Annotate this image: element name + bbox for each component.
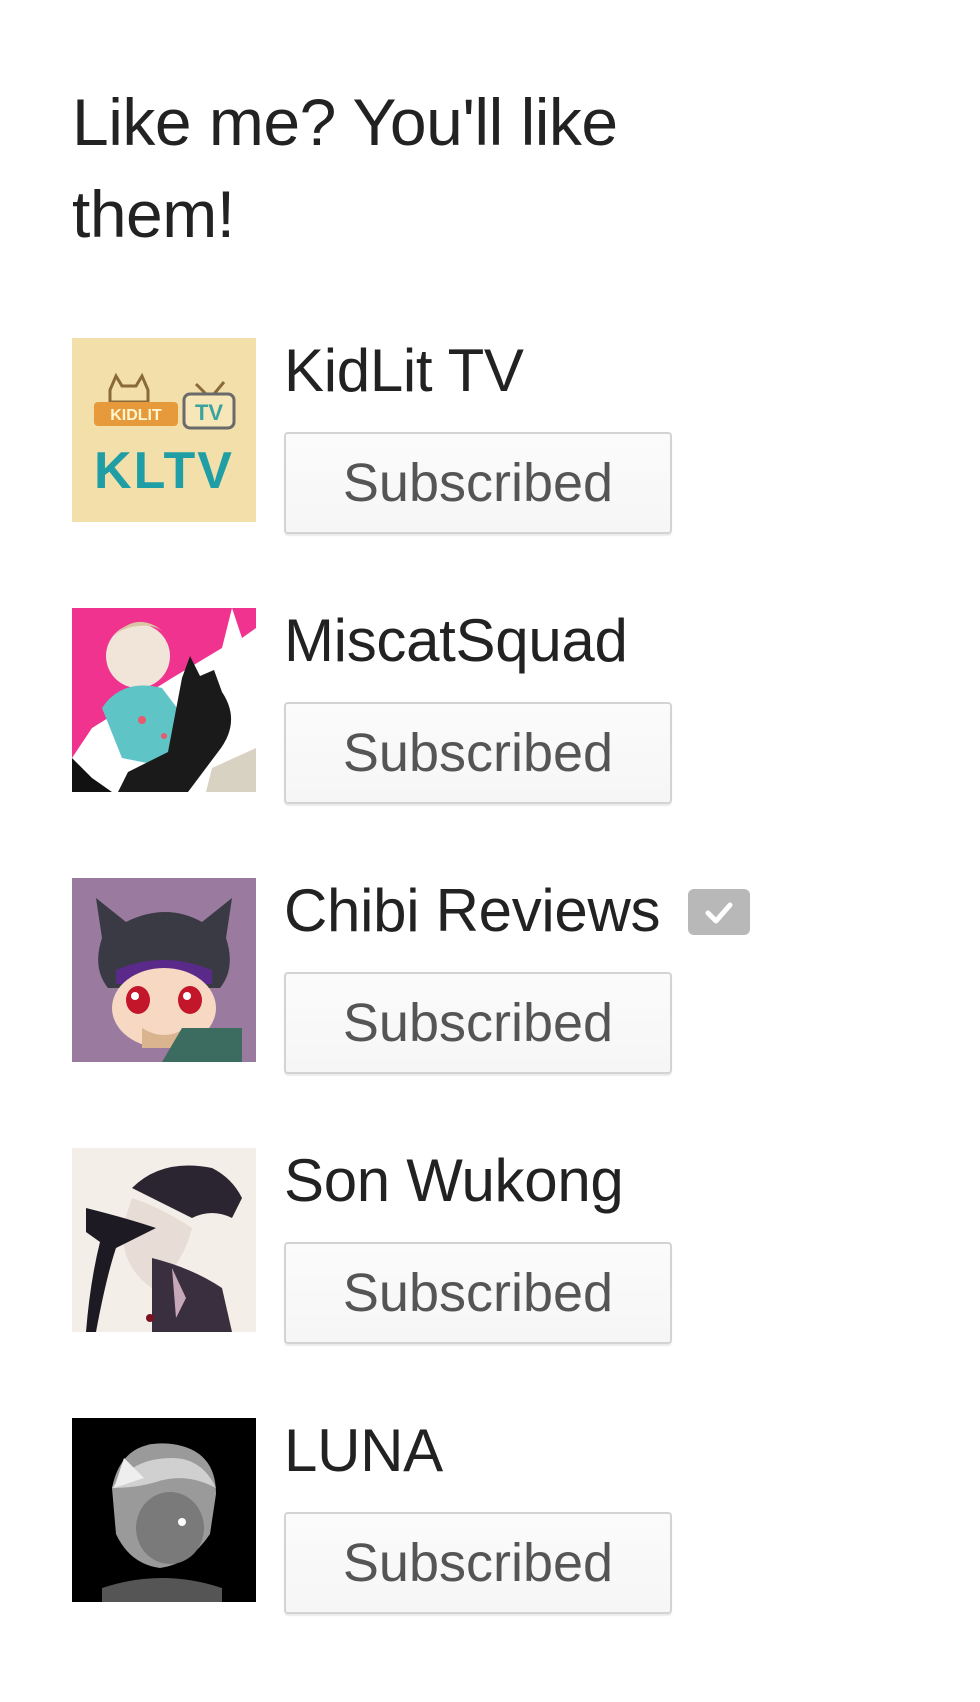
channel-avatar-chibi-reviews[interactable] xyxy=(72,878,256,1062)
section-title: Like me? You'll like them! xyxy=(72,85,618,251)
svg-text:KLTV: KLTV xyxy=(94,442,234,500)
svg-text:KIDLIT: KIDLIT xyxy=(110,407,162,424)
channel-avatar-son-wukong[interactable] xyxy=(72,1148,256,1332)
verified-check-icon xyxy=(688,889,751,935)
kltv-logo-avatar: TV KIDLIT KLTV xyxy=(72,338,256,522)
channel-avatar-luna[interactable] xyxy=(72,1418,256,1602)
subscribed-button[interactable]: Subscribed xyxy=(284,972,672,1074)
channel-name-link[interactable]: LUNA xyxy=(284,1416,443,1485)
subscribed-button[interactable]: Subscribed xyxy=(284,432,672,534)
channel-name-row: MiscatSquad xyxy=(284,602,628,678)
sketch-character-avatar xyxy=(72,1148,256,1332)
anime-girl-cat-avatar xyxy=(72,608,256,792)
channel-name-link[interactable]: Chibi Reviews xyxy=(284,876,661,945)
related-channels-panel: Like me? You'll like them! TV KIDLIT KLT… xyxy=(72,76,952,1614)
grayscale-character-avatar xyxy=(72,1418,256,1602)
chibi-character-avatar xyxy=(72,878,256,1062)
channel-name-row: LUNA xyxy=(284,1412,443,1488)
channel-name-link[interactable]: KidLit TV xyxy=(284,336,524,405)
channel-avatar-miscatsquad[interactable] xyxy=(72,608,256,792)
subscribed-button[interactable]: Subscribed xyxy=(284,1242,672,1344)
channel-name-link[interactable]: Son Wukong xyxy=(284,1146,624,1215)
channel-name-row: Chibi Reviews xyxy=(284,872,751,948)
channel-name-row: KidLit TV xyxy=(284,332,524,408)
svg-text:TV: TV xyxy=(195,400,223,425)
channel-name-link[interactable]: MiscatSquad xyxy=(284,606,628,675)
channel-name-row: Son Wukong xyxy=(284,1142,624,1218)
subscribed-button[interactable]: Subscribed xyxy=(284,1512,672,1614)
channel-avatar-kidlit-tv[interactable]: TV KIDLIT KLTV xyxy=(72,338,256,522)
subscribed-button[interactable]: Subscribed xyxy=(284,702,672,804)
